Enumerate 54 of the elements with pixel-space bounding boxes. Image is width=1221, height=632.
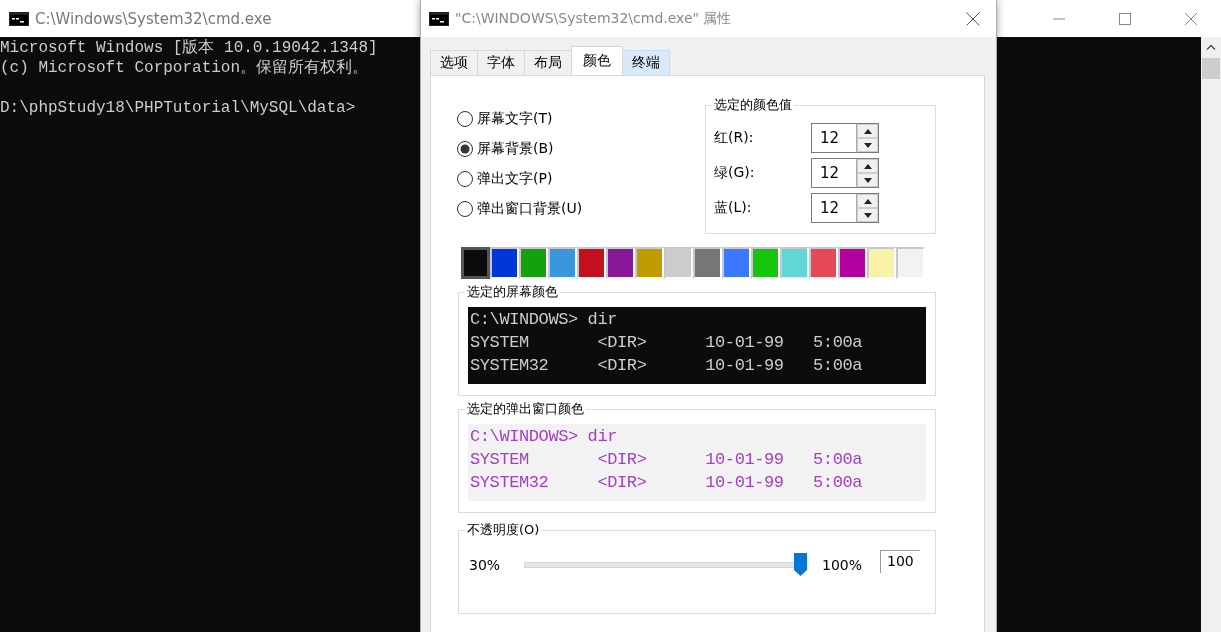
down-arrow-icon xyxy=(863,177,872,183)
console-line: D:\phpStudy18\PHPTutorial\MySQL\data> xyxy=(0,98,356,118)
maximize-icon xyxy=(1119,12,1131,25)
preview-line: SYSTEM <DIR> 10-01-99 5:00a xyxy=(470,332,864,354)
close-icon xyxy=(966,11,980,26)
up-arrow-icon xyxy=(863,128,872,134)
preview-line: SYSTEM32 <DIR> 10-01-99 5:00a xyxy=(470,472,864,494)
color-swatch[interactable] xyxy=(461,247,490,279)
decrement-button[interactable] xyxy=(857,138,878,152)
scroll-up-icon[interactable] xyxy=(1206,44,1216,50)
decrement-button[interactable] xyxy=(857,173,878,187)
up-arrow-icon xyxy=(863,198,872,204)
opacity-input[interactable]: 100 xyxy=(880,549,920,573)
minimize-icon xyxy=(1053,17,1065,20)
preview-line: SYSTEM <DIR> 10-01-99 5:00a xyxy=(470,449,864,471)
radio-option[interactable]: 屏幕文字(T) xyxy=(457,109,705,129)
max-label: 100% xyxy=(822,557,864,573)
number-field[interactable]: 12 xyxy=(811,193,857,223)
field-label: 蓝(L): xyxy=(714,199,753,217)
tab[interactable]: 终端 xyxy=(622,50,670,75)
group-legend: 选定的屏幕颜色 xyxy=(465,283,560,301)
console-icon xyxy=(429,11,449,26)
radio-option[interactable]: 屏幕背景(B) xyxy=(457,139,705,159)
down-arrow-icon xyxy=(863,212,872,218)
field-label: 绿(G): xyxy=(714,164,756,182)
preview-line: C:\WINDOWS> dir xyxy=(470,309,619,331)
min-label: 30% xyxy=(469,557,502,573)
group-legend: 选定的颜色值 xyxy=(712,96,794,114)
up-arrow-icon xyxy=(863,163,872,169)
increment-button[interactable] xyxy=(857,194,878,208)
console-line: (c) Microsoft Corporation。保留所有权利。 xyxy=(0,58,369,78)
tab[interactable]: 颜色 xyxy=(571,46,623,75)
close-icon xyxy=(1185,12,1197,25)
slider-thumb[interactable] xyxy=(794,553,807,576)
down-arrow-icon xyxy=(863,142,872,148)
console-line: Microsoft Windows [版本 10.0.19042.1348] xyxy=(0,38,378,58)
radio-option[interactable]: 弹出窗口背景(U) xyxy=(457,199,705,219)
radio-option[interactable]: 弹出文字(P) xyxy=(457,169,705,189)
dialog-title: "C:\WINDOWS\System32\cmd.exe" 属性 xyxy=(455,9,732,28)
decrement-button[interactable] xyxy=(857,208,878,222)
increment-button[interactable] xyxy=(857,159,878,173)
scroll-bar[interactable] xyxy=(1201,37,1221,632)
window-title: C:\Windows\System32\cmd.exe xyxy=(35,9,272,28)
preview-line: C:\WINDOWS> dir xyxy=(470,426,619,448)
tab[interactable]: 选项 xyxy=(430,50,478,75)
console-icon xyxy=(9,11,29,26)
increment-button[interactable] xyxy=(857,124,878,138)
number-field[interactable]: 12 xyxy=(811,158,857,188)
preview-line: SYSTEM32 <DIR> 10-01-99 5:00a xyxy=(470,355,864,377)
field-label: 红(R): xyxy=(714,129,755,147)
group-legend: 不透明度(O) xyxy=(465,521,542,539)
scroll-thumb[interactable] xyxy=(1202,58,1220,79)
group-legend: 选定的弹出窗口颜色 xyxy=(465,400,586,418)
number-field[interactable]: 12 xyxy=(811,123,857,153)
